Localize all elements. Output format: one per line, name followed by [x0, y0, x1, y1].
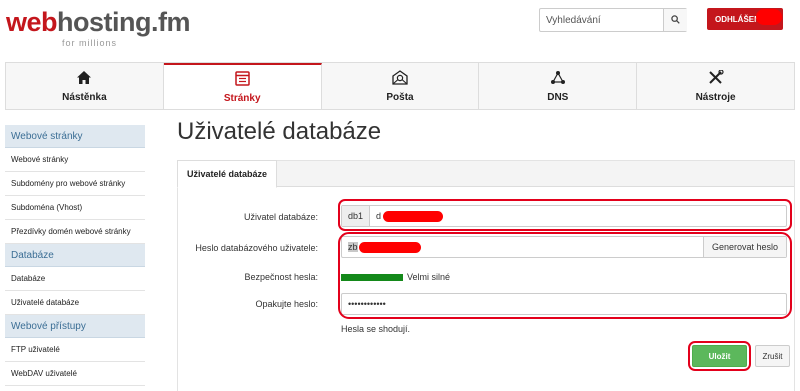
sidebar-section-websites: Webové stránky: [5, 125, 145, 148]
pages-icon: [234, 70, 250, 90]
password-match-text: Hesla se shodují.: [341, 324, 411, 334]
annotation-highlight: [338, 199, 792, 231]
nav-label: Nástroje: [695, 91, 736, 103]
mail-icon: [392, 69, 408, 89]
logo-web: web: [6, 7, 58, 37]
nav-label: Nástěnka: [62, 91, 107, 103]
redaction-mark: [756, 9, 782, 25]
nav-label: DNS: [547, 91, 569, 103]
strength-label: Bezpečnost hesla:: [244, 272, 318, 282]
annotation-highlight: [688, 341, 751, 371]
search-input[interactable]: [540, 9, 660, 31]
home-icon: [76, 70, 92, 89]
sidebar-item-ftp-users[interactable]: FTP uživatelé: [5, 338, 145, 362]
logo-wordmark: webhosting.fm: [6, 8, 190, 36]
sidebar-item-database-users[interactable]: Uživatelé databáze: [5, 291, 145, 315]
sidebar-section-web-access: Webové přístupy: [5, 315, 145, 338]
nav-item-dns[interactable]: DNS: [479, 63, 638, 109]
search-button[interactable]: [663, 9, 687, 31]
sidebar-section-databases: Databáze: [5, 244, 145, 267]
search-box: [539, 8, 687, 32]
tab-database-users[interactable]: Uživatelé databáze: [177, 160, 277, 188]
repeat-password-label: Opakujte heslo:: [255, 299, 318, 309]
nav-item-pages[interactable]: Stránky: [163, 63, 322, 109]
logo-tagline: for millions: [62, 38, 118, 48]
tab-bar: Uživatelé databáze: [177, 160, 794, 188]
page-title: Uživatelé databáze: [177, 118, 382, 145]
logo[interactable]: webhosting.fm for millions: [6, 8, 190, 48]
nav-item-mail[interactable]: Pošta: [322, 63, 480, 109]
sidebar-item-databases[interactable]: Databáze: [5, 267, 145, 291]
dns-icon: [550, 70, 566, 89]
db-user-label: Uživatel databáze:: [243, 212, 318, 222]
form-panel: Uživatelé databáze Uživatel databáze: db…: [177, 160, 795, 391]
nav-item-tools[interactable]: Nástroje: [637, 63, 794, 109]
top-navigation: Nástěnka Stránky Pošta DNS Nástroje: [5, 62, 795, 110]
sidebar: Webové stránky Webové stránky Subdomény …: [5, 125, 145, 386]
sidebar-item-vhost[interactable]: Subdoména (Vhost): [5, 196, 145, 220]
nav-label: Stránky: [223, 92, 261, 104]
sidebar-item-webdav-users[interactable]: WebDAV uživatelé: [5, 362, 145, 386]
header: webhosting.fm for millions ODHLÁŠENÍ: [0, 0, 800, 60]
annotation-highlight: [338, 232, 792, 319]
nav-item-dashboard[interactable]: Nástěnka: [6, 63, 164, 109]
cancel-button[interactable]: Zrušit: [755, 345, 790, 367]
logo-rest: hosting.fm: [57, 7, 190, 37]
sidebar-item-domain-aliases[interactable]: Přezdívky domén webové stránky: [5, 220, 145, 244]
nav-label: Pošta: [386, 91, 414, 103]
password-label: Heslo databázového uživatele:: [195, 243, 318, 253]
tools-icon: [708, 68, 724, 89]
sidebar-item-subdomains[interactable]: Subdomény pro webové stránky: [5, 172, 145, 196]
search-icon: [671, 14, 680, 26]
sidebar-item-websites[interactable]: Webové stránky: [5, 148, 145, 172]
